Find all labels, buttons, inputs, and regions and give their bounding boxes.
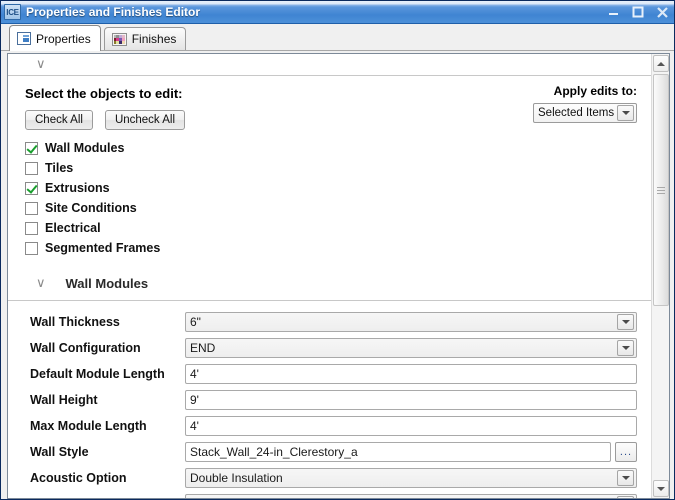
wall-height-input[interactable]: 9' xyxy=(185,390,637,410)
checkbox-row-site-conditions[interactable]: Site Conditions xyxy=(25,198,651,218)
property-label: Wall Configuration xyxy=(30,341,141,355)
section-title: Wall Modules xyxy=(65,276,149,291)
tab-finishes[interactable]: Finishes xyxy=(103,27,187,50)
checkbox-icon[interactable] xyxy=(25,221,38,235)
property-row-wall-height: Wall Height 9' xyxy=(8,387,651,413)
top-collapse-bar[interactable]: ∨ xyxy=(8,54,651,76)
field-value: 4' xyxy=(190,367,199,381)
tab-properties-label: Properties xyxy=(36,31,91,46)
apply-edits-label: Apply edits to: xyxy=(553,84,637,98)
checkbox-icon[interactable] xyxy=(25,141,38,155)
chevron-down-icon: ∨ xyxy=(36,57,46,72)
field-value: Double Insulation xyxy=(190,471,283,485)
checkbox-row-extrusions[interactable]: Extrusions xyxy=(25,178,651,198)
app-icon: ICE xyxy=(4,4,21,20)
chevron-down-icon xyxy=(617,314,634,330)
minimize-icon[interactable] xyxy=(606,4,622,20)
field-value: 4' xyxy=(190,419,199,433)
object-checkbox-list: Wall Modules Tiles Extrusions Site Condi… xyxy=(25,138,651,258)
object-selection-section: Select the objects to edit: Check All Un… xyxy=(8,76,651,258)
tab-finishes-label: Finishes xyxy=(131,32,177,46)
title-bar[interactable]: ICE Properties and Finishes Editor xyxy=(1,1,674,24)
uncheck-all-button[interactable]: Uncheck All xyxy=(104,110,186,130)
properties-panel: ∨ Select the objects to edit: Check All … xyxy=(7,53,670,499)
checkbox-icon[interactable] xyxy=(25,241,38,255)
wall-configuration-dropdown[interactable]: END xyxy=(185,338,637,358)
list-icon xyxy=(17,32,31,45)
module-length-control-dropdown[interactable]: Use Default Module Length xyxy=(185,494,637,498)
property-row-default-module-length: Default Module Length 4' xyxy=(8,361,651,387)
scroll-content: ∨ Select the objects to edit: Check All … xyxy=(8,54,651,498)
apply-edits-group: Apply edits to: Selected Items xyxy=(533,84,637,123)
acoustic-option-dropdown[interactable]: Double Insulation xyxy=(185,468,637,488)
wall-thickness-dropdown[interactable]: 6" xyxy=(185,312,637,332)
property-label: Wall Thickness xyxy=(30,315,120,329)
close-icon[interactable] xyxy=(654,4,670,20)
wall-style-browse-button[interactable]: ... xyxy=(615,442,637,462)
field-value: 6" xyxy=(190,315,201,329)
property-label: Module Length Control xyxy=(30,497,185,498)
checkbox-label: Site Conditions xyxy=(45,201,137,215)
checkbox-row-wall-modules[interactable]: Wall Modules xyxy=(25,138,651,158)
default-module-length-input[interactable]: 4' xyxy=(185,364,637,384)
scroll-up-button[interactable] xyxy=(653,55,669,72)
checkbox-label: Tiles xyxy=(45,161,74,175)
checkbox-label: Extrusions xyxy=(45,181,110,195)
property-label: Max Module Length xyxy=(30,419,147,433)
checkbox-label: Electrical xyxy=(45,221,101,235)
tab-strip: Properties Finishes xyxy=(1,24,674,51)
color-swatch-icon xyxy=(111,32,127,46)
property-row-module-length-control: Module Length Control Use Default Module… xyxy=(8,491,651,498)
apply-edits-dropdown[interactable]: Selected Items xyxy=(533,103,637,123)
property-row-max-module-length: Max Module Length 4' xyxy=(8,413,651,439)
field-value: Stack_Wall_24-in_Clerestory_a xyxy=(190,445,358,459)
property-label: Wall Style xyxy=(30,445,89,459)
apply-edits-value: Selected Items xyxy=(538,107,615,119)
property-label: Default Module Length xyxy=(30,367,165,381)
chevron-down-icon xyxy=(617,340,634,356)
scroll-down-button[interactable] xyxy=(653,480,669,497)
window-title: Properties and Finishes Editor xyxy=(26,5,201,19)
chevron-down-icon xyxy=(617,470,634,486)
window-controls xyxy=(606,1,670,23)
field-value: Use Default Module Length xyxy=(186,497,335,498)
chevron-down-icon xyxy=(617,105,634,121)
maximize-icon[interactable] xyxy=(630,4,646,20)
chevron-down-icon xyxy=(617,496,634,498)
property-row-acoustic-option: Acoustic Option Double Insulation xyxy=(8,465,651,491)
field-value: 9' xyxy=(190,393,199,407)
property-row-wall-style: Wall Style Stack_Wall_24-in_Clerestory_a… xyxy=(8,439,651,465)
checkbox-icon[interactable] xyxy=(25,181,38,195)
vertical-scrollbar[interactable] xyxy=(651,54,669,498)
property-row-wall-configuration: Wall Configuration END xyxy=(8,335,651,361)
checkbox-icon[interactable] xyxy=(25,201,38,215)
grip-icon xyxy=(657,185,665,196)
section-header-wall-modules[interactable]: ∨ Wall Modules xyxy=(8,267,651,301)
chevron-down-icon: ∨ xyxy=(36,276,46,291)
checkbox-row-electrical[interactable]: Electrical xyxy=(25,218,651,238)
max-module-length-input[interactable]: 4' xyxy=(185,416,637,436)
scrollbar-thumb[interactable] xyxy=(653,74,669,306)
checkbox-icon[interactable] xyxy=(25,161,38,175)
application-window: ICE Properties and Finishes Editor Prope… xyxy=(0,0,675,500)
checkbox-label: Wall Modules xyxy=(45,141,125,155)
wall-style-input[interactable]: Stack_Wall_24-in_Clerestory_a xyxy=(185,442,611,462)
checkbox-row-tiles[interactable]: Tiles xyxy=(25,158,651,178)
property-rows: Wall Thickness 6" Wall Configuration END… xyxy=(8,301,651,498)
property-label: Acoustic Option xyxy=(30,471,127,485)
property-row-wall-thickness: Wall Thickness 6" xyxy=(8,309,651,335)
checkbox-label: Segmented Frames xyxy=(45,241,161,255)
property-label: Wall Height xyxy=(30,393,98,407)
check-all-button[interactable]: Check All xyxy=(25,110,93,130)
tab-properties[interactable]: Properties xyxy=(9,25,101,51)
field-value: END xyxy=(190,341,216,355)
checkbox-row-segmented-frames[interactable]: Segmented Frames xyxy=(25,238,651,258)
